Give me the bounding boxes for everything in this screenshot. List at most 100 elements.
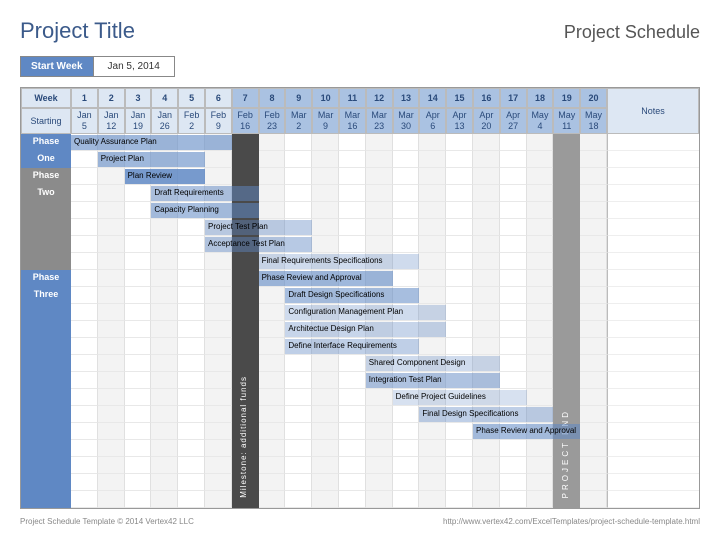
grid-cell[interactable] <box>98 372 125 389</box>
notes-cell[interactable] <box>607 236 699 253</box>
grid-cell[interactable] <box>205 287 232 304</box>
grid-cell[interactable] <box>473 355 500 372</box>
grid-cell[interactable] <box>125 440 152 457</box>
grid-cell[interactable] <box>339 338 366 355</box>
grid-cell[interactable] <box>419 270 446 287</box>
grid-cell[interactable] <box>98 338 125 355</box>
grid-cell[interactable] <box>500 287 527 304</box>
grid-cell[interactable] <box>205 474 232 491</box>
grid-cell[interactable] <box>125 457 152 474</box>
grid-cell[interactable] <box>205 253 232 270</box>
grid-cell[interactable] <box>151 389 178 406</box>
grid-cell[interactable] <box>259 423 286 440</box>
notes-cell[interactable] <box>607 287 699 304</box>
grid-cell[interactable] <box>205 372 232 389</box>
grid-cell[interactable] <box>178 202 205 219</box>
grid-cell[interactable] <box>259 185 286 202</box>
grid-cell[interactable] <box>125 406 152 423</box>
grid-cell[interactable] <box>205 406 232 423</box>
notes-cell[interactable] <box>607 406 699 423</box>
grid-cell[interactable] <box>339 440 366 457</box>
grid-cell[interactable] <box>339 185 366 202</box>
grid-cell[interactable] <box>71 219 98 236</box>
grid-cell[interactable] <box>446 304 473 321</box>
grid-cell[interactable] <box>98 304 125 321</box>
grid-cell[interactable] <box>500 185 527 202</box>
grid-cell[interactable] <box>205 151 232 168</box>
grid-cell[interactable] <box>580 168 607 185</box>
grid-cell[interactable] <box>500 491 527 508</box>
grid-cell[interactable] <box>527 168 554 185</box>
grid-cell[interactable] <box>151 236 178 253</box>
grid-cell[interactable] <box>580 440 607 457</box>
grid-cell[interactable] <box>500 372 527 389</box>
grid-cell[interactable] <box>527 253 554 270</box>
grid-cell[interactable] <box>339 287 366 304</box>
grid-cell[interactable] <box>151 321 178 338</box>
grid-cell[interactable] <box>500 423 527 440</box>
grid-cell[interactable] <box>285 168 312 185</box>
grid-cell[interactable] <box>553 185 580 202</box>
grid-cell[interactable] <box>98 355 125 372</box>
grid-cell[interactable] <box>580 134 607 151</box>
grid-cell[interactable] <box>366 338 393 355</box>
grid-cell[interactable] <box>527 389 554 406</box>
notes-cell[interactable] <box>607 321 699 338</box>
grid-cell[interactable] <box>312 457 339 474</box>
grid-cell[interactable] <box>98 151 125 168</box>
grid-cell[interactable] <box>178 321 205 338</box>
grid-cell[interactable] <box>98 423 125 440</box>
grid-cell[interactable] <box>527 440 554 457</box>
grid-cell[interactable] <box>366 423 393 440</box>
grid-cell[interactable] <box>98 491 125 508</box>
grid-cell[interactable] <box>232 355 259 372</box>
grid-cell[interactable] <box>500 168 527 185</box>
grid-cell[interactable] <box>473 474 500 491</box>
grid-cell[interactable] <box>205 355 232 372</box>
grid-cell[interactable] <box>580 287 607 304</box>
grid-cell[interactable] <box>151 457 178 474</box>
grid-cell[interactable] <box>473 423 500 440</box>
grid-cell[interactable] <box>527 491 554 508</box>
grid-cell[interactable] <box>125 202 152 219</box>
notes-cell[interactable] <box>607 355 699 372</box>
grid-cell[interactable] <box>285 321 312 338</box>
grid-cell[interactable] <box>285 219 312 236</box>
grid-cell[interactable] <box>312 236 339 253</box>
grid-cell[interactable] <box>98 440 125 457</box>
grid-cell[interactable] <box>259 270 286 287</box>
grid-cell[interactable] <box>98 202 125 219</box>
grid-cell[interactable] <box>580 372 607 389</box>
grid-cell[interactable] <box>71 168 98 185</box>
grid-cell[interactable] <box>312 372 339 389</box>
grid-cell[interactable] <box>151 372 178 389</box>
grid-cell[interactable] <box>366 168 393 185</box>
notes-cell[interactable] <box>607 270 699 287</box>
grid-cell[interactable] <box>232 287 259 304</box>
grid-cell[interactable] <box>580 423 607 440</box>
grid-cell[interactable] <box>419 151 446 168</box>
grid-cell[interactable] <box>339 219 366 236</box>
grid-cell[interactable] <box>553 287 580 304</box>
notes-cell[interactable] <box>607 168 699 185</box>
grid-cell[interactable] <box>393 406 420 423</box>
grid-cell[interactable] <box>71 134 98 151</box>
grid-cell[interactable] <box>232 389 259 406</box>
grid-cell[interactable] <box>527 423 554 440</box>
grid-cell[interactable] <box>285 134 312 151</box>
footer-link[interactable]: http://www.vertex42.com/ExcelTemplates/p… <box>443 517 700 526</box>
grid-cell[interactable] <box>178 474 205 491</box>
grid-cell[interactable] <box>205 457 232 474</box>
grid-cell[interactable] <box>473 389 500 406</box>
grid-cell[interactable] <box>125 185 152 202</box>
grid-cell[interactable] <box>178 253 205 270</box>
grid-cell[interactable] <box>500 355 527 372</box>
grid-cell[interactable] <box>71 372 98 389</box>
grid-cell[interactable] <box>285 304 312 321</box>
grid-cell[interactable] <box>446 134 473 151</box>
grid-cell[interactable] <box>500 406 527 423</box>
grid-cell[interactable] <box>285 474 312 491</box>
grid-cell[interactable] <box>473 304 500 321</box>
grid-cell[interactable] <box>527 338 554 355</box>
grid-cell[interactable] <box>178 406 205 423</box>
